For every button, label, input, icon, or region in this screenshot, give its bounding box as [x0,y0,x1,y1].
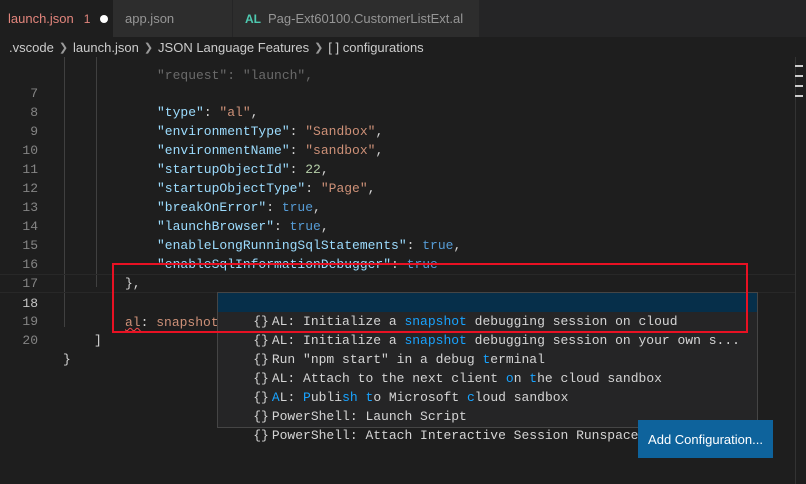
tab-label: Pag-Ext60100.CustomerListExt.al [268,11,464,26]
code-line: 11 "startupObjectType": "Page", [22,162,376,196]
overview-ruler-mark [795,95,803,97]
suggestion-widget: {} AL: Initialize a snapshot debugging se… [217,292,758,443]
code-line-partial: "request": "launch", [157,68,314,83]
tab-label: launch.json [8,11,74,26]
code-line: 13 "launchBrowser": true, [22,200,329,234]
overview-ruler-mark [795,85,803,87]
overview-ruler-mark [795,65,803,67]
tab-bar: launch.json 1 app.json AL Pag-Ext60100.C… [0,0,806,37]
code-line: 9 "environmentName": "sandbox", [30,124,384,158]
add-configuration-button[interactable]: Add Configuration... [638,420,773,458]
tab-customer-list-ext[interactable]: AL Pag-Ext60100.CustomerListExt.al [233,0,480,37]
suggestion-item[interactable]: {} AL: Initialize a snapshot debugging se… [218,312,757,348]
code-line-current[interactable]: 18 al: snapshot [0,274,795,332]
suggestion-item[interactable]: {} PowerShell: Launch Script [218,388,757,424]
vertical-scrollbar[interactable] [795,57,806,484]
suggestion-item[interactable]: {} AL: Initialize a snapshot debugging se… [218,293,757,329]
code-line: 10 "startupObjectId": 22, [22,143,329,177]
code-line: 16 }, [22,257,141,291]
tab-launch-json[interactable]: launch.json 1 [0,0,113,37]
code-line: 15 "enableSqlInformationDebugger": true [22,238,438,272]
code-line: 12 "breakOnError": true, [22,181,321,215]
suggestion-item[interactable]: {} Run "npm start" in a debug terminal [218,331,757,367]
code-line: 14 "enableLongRunningSqlStatements": tru… [22,219,462,253]
code-line: 17 [22,276,38,291]
code-line: 7 "type": "al", [30,86,259,120]
suggestion-item[interactable]: {} AL: Publish to Microsoft cloud sandbox [218,369,757,405]
overview-ruler-mark [795,75,803,77]
problem-count-badge: 1 [83,11,91,26]
tab-label: app.json [125,11,175,26]
code-line: 8 "environmentType": "Sandbox", [30,105,384,139]
suggestion-item[interactable]: {} AL: Attach to the next client on the c… [218,350,757,386]
tab-app-json[interactable]: app.json [113,0,233,37]
al-file-icon: AL [245,11,261,26]
unsaved-dot-icon[interactable] [100,14,109,23]
snippet-braces-icon: {} [253,428,269,443]
